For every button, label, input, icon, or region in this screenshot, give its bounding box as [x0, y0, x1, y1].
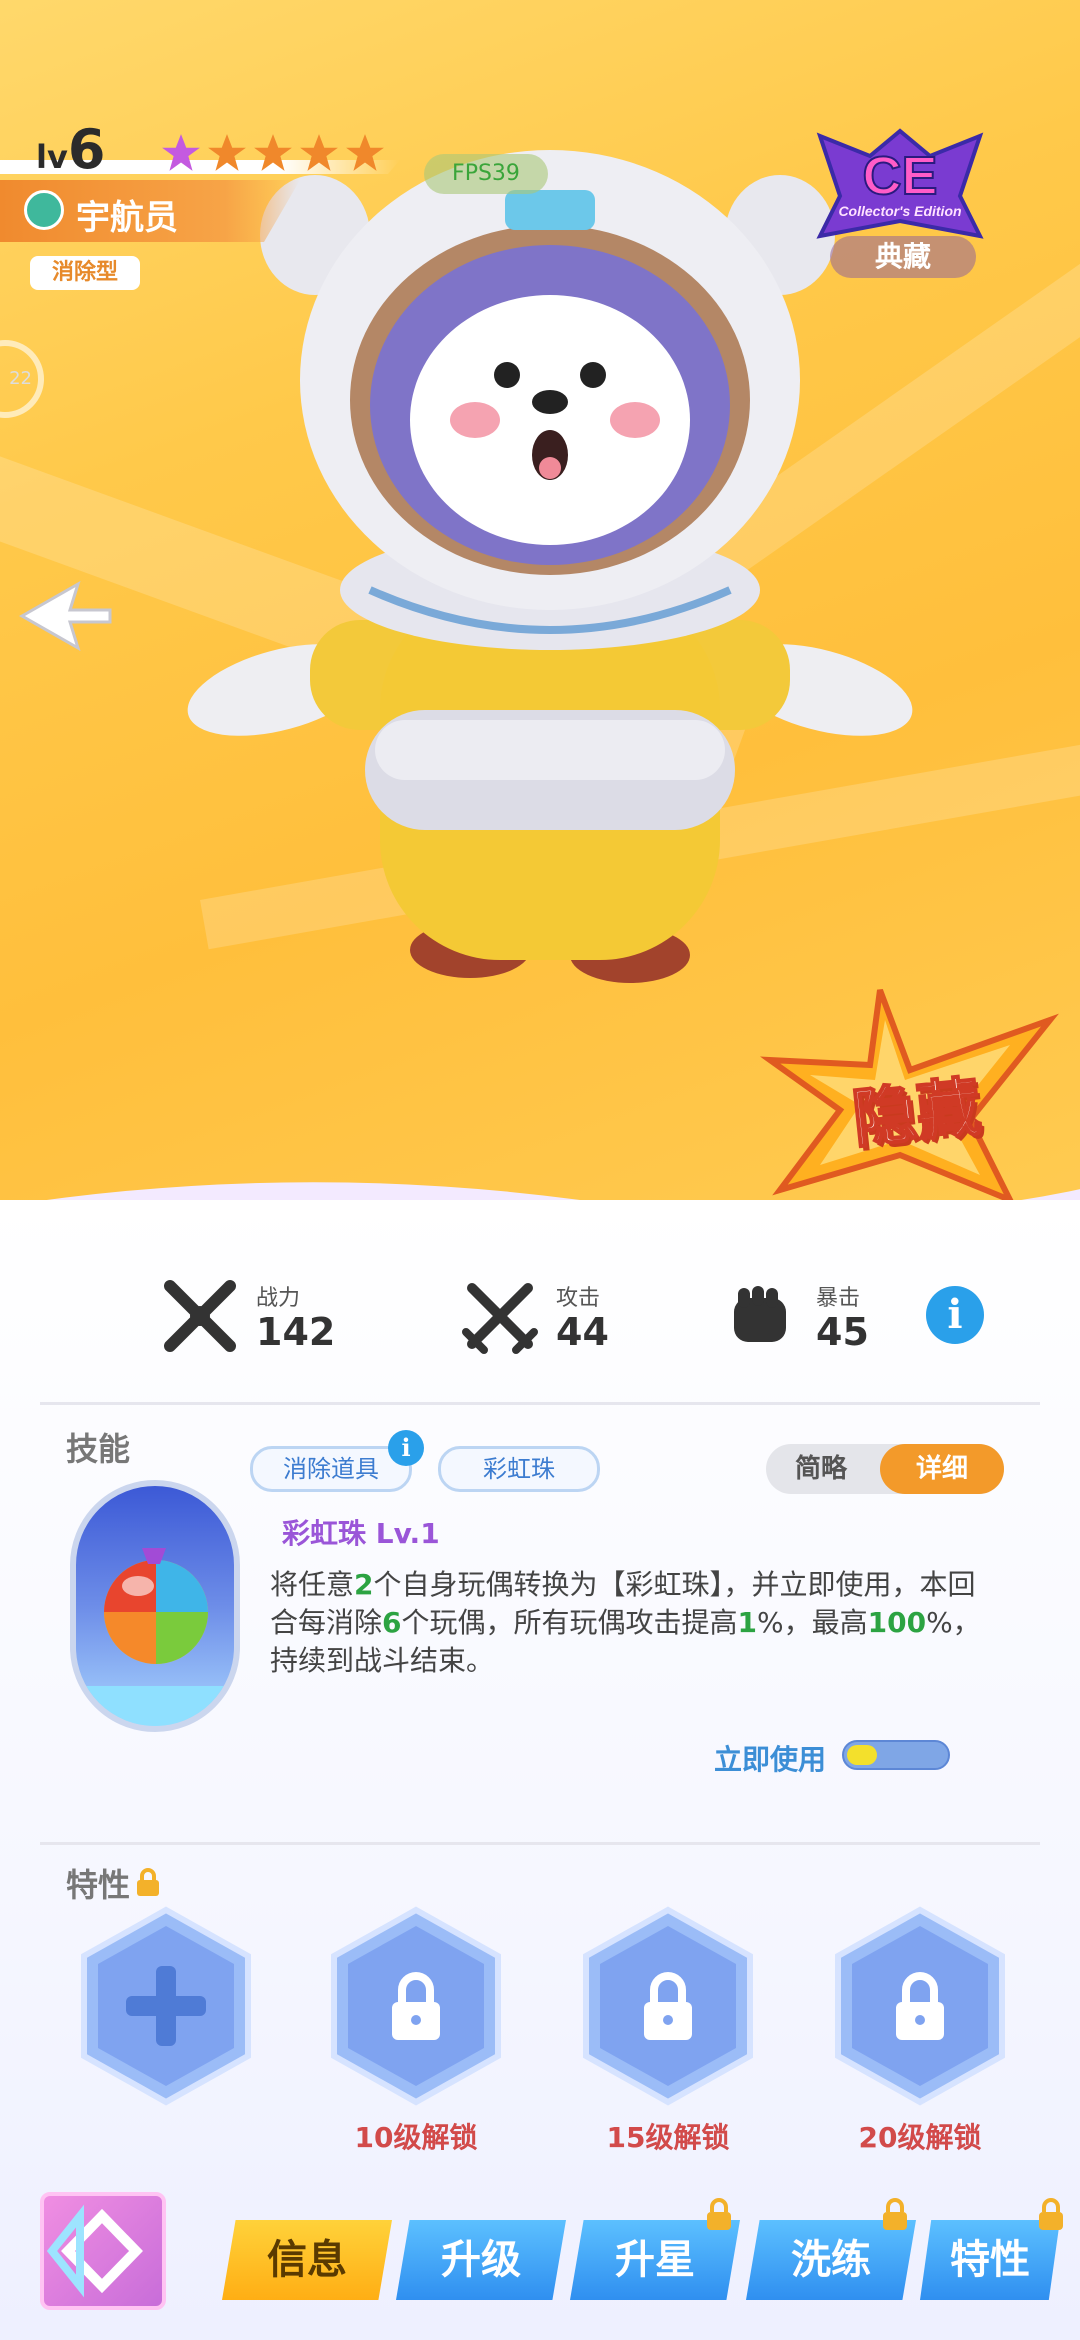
- divider: [40, 1842, 1040, 1845]
- star-icon: [208, 134, 246, 171]
- level-display: lv6: [36, 118, 105, 181]
- tab-label: 信息: [267, 2237, 347, 2283]
- tab-2[interactable]: 升级: [396, 2220, 566, 2300]
- skill-section-title: 技能: [66, 1430, 131, 1468]
- tab-5[interactable]: 特性: [920, 2198, 1063, 2300]
- toggle-brief[interactable]: 简略: [766, 1444, 876, 1494]
- trait-title-text: 特性: [66, 1866, 131, 1904]
- desc-text: 将任意: [270, 1568, 355, 1601]
- stat-value: 44: [556, 1310, 609, 1354]
- star-icon: [254, 134, 292, 171]
- highlight-number: 1: [737, 1606, 757, 1639]
- trait-slot-locked[interactable]: [830, 1906, 1010, 2106]
- tab-label: 升星: [615, 2237, 695, 2283]
- fps-counter: FPS39: [424, 154, 548, 194]
- trait-slot-add[interactable]: [76, 1906, 256, 2106]
- trait-slot-locked[interactable]: [326, 1906, 506, 2106]
- detail-toggle[interactable]: 简略 详细: [766, 1444, 1004, 1494]
- collection-tag: 典藏: [830, 236, 976, 278]
- trait-slot-locked[interactable]: [578, 1906, 758, 2106]
- unlock-requirement: 10级解锁: [354, 2121, 478, 2154]
- stat-value: 142: [256, 1310, 336, 1354]
- swords-icon: [164, 1280, 236, 1352]
- rainbow-ball-icon: [76, 1548, 234, 1726]
- type-tag: 消除型: [30, 256, 140, 290]
- tab-1[interactable]: 信息: [222, 2220, 392, 2300]
- toggle-detail[interactable]: 详细: [880, 1444, 1004, 1494]
- fist-icon: [734, 1286, 786, 1342]
- swirl-icon: [24, 190, 64, 230]
- tab-label: 洗练: [791, 2237, 871, 2283]
- lock-icon: [707, 2198, 731, 2230]
- use-progress-bar: [842, 1740, 950, 1770]
- stat-power: 战力 142: [160, 1276, 335, 1356]
- back-diamond-icon: [46, 2204, 143, 2298]
- rarity-label: 隐藏: [848, 1068, 985, 1158]
- back-button[interactable]: [40, 2192, 166, 2310]
- desc-text: %，最高: [757, 1606, 868, 1639]
- level-number: 6: [67, 118, 106, 181]
- highlight-number: 100: [867, 1606, 927, 1639]
- lock-icon: [137, 1868, 160, 1896]
- detail-panel: [0, 1200, 1080, 2340]
- skill-card[interactable]: [70, 1480, 240, 1732]
- skill-chip-rainbow[interactable]: 彩虹珠: [438, 1446, 600, 1492]
- star-icon: [162, 134, 200, 171]
- character-name: 宇航员: [76, 198, 178, 238]
- star-rating: [160, 132, 386, 174]
- tab-label: 特性: [950, 2237, 1030, 2283]
- chip-info-icon[interactable]: i: [388, 1430, 424, 1466]
- star-icon: [346, 134, 384, 171]
- tab-4[interactable]: 洗练: [746, 2198, 916, 2300]
- lock-icon: [883, 2198, 907, 2230]
- stat-label: 攻击: [556, 1286, 601, 1311]
- tab-3[interactable]: 升星: [570, 2198, 740, 2300]
- skill-description: 将任意2个自身玩偶转换为【彩虹珠】，并立即使用，本回合每消除6个玩偶，所有玩偶攻…: [270, 1566, 990, 1680]
- edition-logo-text: CE: [862, 146, 937, 206]
- use-progress-fill: [847, 1745, 877, 1765]
- tab-label: 升级: [441, 2237, 521, 2283]
- trait-section-title: 特性: [66, 1860, 162, 1906]
- unlock-requirement: 20级解锁: [858, 2121, 982, 2154]
- unlock-requirement: 15级解锁: [606, 2121, 730, 2154]
- highlight-number: 2: [354, 1568, 374, 1601]
- character-astronaut-bear: [187, 150, 913, 983]
- stat-label: 战力: [256, 1286, 301, 1311]
- star-icon: [300, 134, 338, 171]
- skill-name: 彩虹珠 Lv.1: [282, 1517, 440, 1550]
- stat-attack: 攻击 44: [460, 1276, 609, 1356]
- crossed-swords-icon: [462, 1283, 538, 1354]
- stats-info-button[interactable]: i: [926, 1286, 984, 1344]
- lock-icon: [1039, 2198, 1063, 2230]
- level-prefix: lv: [36, 138, 68, 176]
- highlight-number: 6: [382, 1606, 402, 1639]
- stat-value: 45: [816, 1310, 869, 1354]
- previous-arrow-icon[interactable]: [18, 576, 118, 656]
- use-now-label[interactable]: 立即使用: [714, 1738, 826, 1778]
- edition-subtitle: Collector's Edition: [838, 203, 961, 219]
- stat-label: 暴击: [816, 1286, 861, 1311]
- desc-text: 个玩偶，所有玩偶攻击提高: [401, 1606, 738, 1639]
- stat-crit: 暴击 45: [720, 1276, 869, 1356]
- divider: [40, 1402, 1040, 1405]
